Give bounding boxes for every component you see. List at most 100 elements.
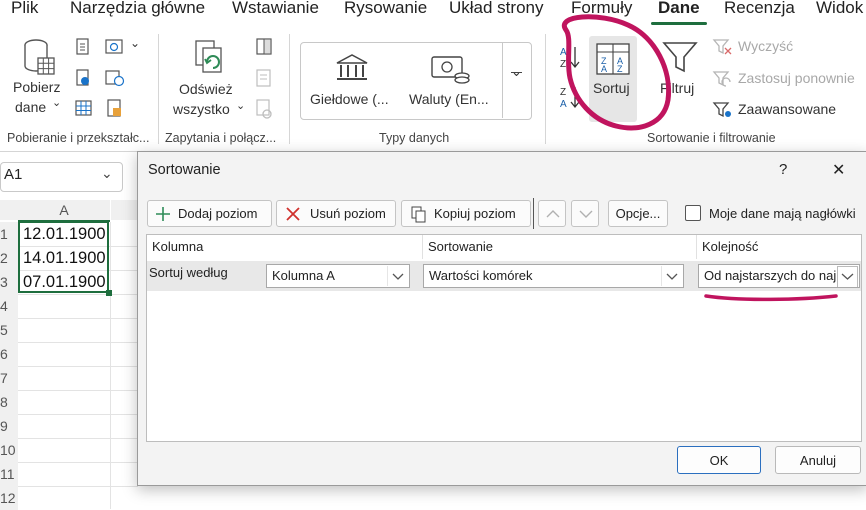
column-select[interactable]: Kolumna A bbox=[266, 264, 410, 288]
group-sort-filter-label: Sortowanie i filtrowanie bbox=[647, 131, 776, 145]
chevron-down-icon[interactable]: ⌄ bbox=[130, 36, 140, 50]
order-select[interactable]: Od najstarszych do naj bbox=[698, 264, 860, 288]
select-all-corner[interactable] bbox=[0, 200, 18, 220]
row-header[interactable]: 9 bbox=[0, 414, 18, 438]
selection-range bbox=[18, 221, 109, 293]
sort-descending-icon: Z A bbox=[560, 87, 580, 110]
menu-formulas[interactable]: Formuły bbox=[571, 0, 632, 18]
from-text-icon[interactable] bbox=[74, 37, 92, 57]
gridline bbox=[18, 414, 138, 415]
group-data-types-label: Typy danych bbox=[379, 131, 450, 145]
gridline bbox=[18, 486, 138, 487]
chevron-down-icon bbox=[666, 273, 678, 280]
menu-view[interactable]: Widok bbox=[816, 0, 863, 18]
headers-checkbox-label: Moje dane mają nagłówki bbox=[709, 206, 856, 221]
divider bbox=[289, 34, 290, 144]
gridline bbox=[18, 366, 138, 367]
get-data-button[interactable]: Pobierz dane ⌄ bbox=[8, 36, 68, 124]
properties-icon[interactable] bbox=[254, 68, 274, 88]
refresh-all-button[interactable]: Odśwież wszystko ⌄ bbox=[168, 36, 248, 124]
row-header[interactable]: 3 bbox=[0, 270, 18, 294]
menu-file[interactable]: Plik bbox=[11, 0, 38, 18]
refresh-label-1: Odśwież bbox=[179, 81, 233, 97]
sort-button[interactable]: Z A A Z Sortuj bbox=[589, 36, 637, 122]
menu-bar: Plik Narzędzia główne Wstawianie Rysowan… bbox=[0, 0, 866, 25]
svg-text:A: A bbox=[601, 64, 607, 74]
row-header[interactable]: 5 bbox=[0, 318, 18, 342]
queries-connections-icon[interactable] bbox=[254, 37, 274, 57]
menu-draw[interactable]: Rysowanie bbox=[344, 0, 427, 18]
edit-links-icon[interactable] bbox=[254, 98, 274, 120]
stocks-label: Giełdowe (... bbox=[310, 91, 389, 107]
column-header-b[interactable] bbox=[111, 200, 138, 220]
row-header[interactable]: 8 bbox=[0, 390, 18, 414]
ok-button[interactable]: OK bbox=[677, 446, 761, 474]
name-box-value: A1 bbox=[4, 166, 23, 183]
from-web-globe-icon[interactable] bbox=[74, 68, 92, 88]
sort-za-button[interactable]: Z A bbox=[558, 84, 584, 110]
menu-review[interactable]: Recenzja bbox=[724, 0, 795, 18]
copy-level-label: Kopiuj poziom bbox=[434, 206, 516, 221]
name-box[interactable]: A1 ⌄ bbox=[0, 162, 123, 192]
cancel-button[interactable]: Anuluj bbox=[775, 446, 861, 474]
fill-handle[interactable] bbox=[106, 290, 112, 296]
menu-page-layout[interactable]: Układ strony bbox=[449, 0, 543, 18]
database-icon bbox=[24, 39, 55, 75]
delete-level-label: Usuń poziom bbox=[310, 206, 386, 221]
advanced-filter-label: Zaawansowane bbox=[738, 101, 837, 117]
help-button[interactable]: ? bbox=[779, 161, 787, 178]
currency-icon bbox=[431, 56, 470, 84]
options-label: Opcje... bbox=[615, 206, 661, 221]
svg-text:A: A bbox=[560, 47, 567, 58]
row-header[interactable]: 12 bbox=[0, 486, 18, 510]
sort-on-header: Sortowanie bbox=[423, 235, 697, 259]
column-header: Kolumna bbox=[147, 235, 423, 259]
from-web-icon[interactable] bbox=[104, 37, 126, 57]
row-header[interactable]: 1 bbox=[0, 222, 18, 246]
sort-level-row[interactable]: Sortuj według Kolumna A Wartości komórek… bbox=[147, 261, 861, 291]
sort-on-select[interactable]: Wartości komórek bbox=[423, 264, 684, 288]
options-button[interactable]: Opcje... bbox=[608, 200, 668, 227]
menu-insert[interactable]: Wstawianie bbox=[232, 0, 319, 18]
add-level-button[interactable]: Dodaj poziom bbox=[147, 200, 272, 227]
row-header[interactable]: 10 bbox=[0, 438, 18, 462]
row-header[interactable]: 6 bbox=[0, 342, 18, 366]
dropdown-arrow bbox=[837, 266, 858, 287]
row-header[interactable]: 7 bbox=[0, 366, 18, 390]
currencies-button[interactable]: Waluty (En... bbox=[404, 46, 496, 114]
chevron-down-icon bbox=[579, 210, 593, 218]
row-header[interactable]: 4 bbox=[0, 294, 18, 318]
refresh-label-2: wszystko bbox=[173, 101, 230, 117]
menu-home[interactable]: Narzędzia główne bbox=[70, 0, 205, 18]
close-button[interactable]: ✕ bbox=[832, 160, 845, 180]
move-up-button[interactable] bbox=[538, 200, 566, 227]
group-get-transform-label: Pobieranie i przekształc... bbox=[7, 131, 150, 145]
gallery-more-button[interactable]: ⌄ bbox=[502, 42, 531, 118]
existing-connections-icon[interactable] bbox=[104, 98, 126, 118]
from-table-icon[interactable] bbox=[74, 98, 94, 118]
refresh-icon bbox=[195, 40, 222, 73]
clear-filter-icon bbox=[712, 39, 732, 55]
clear-filter-button[interactable]: Wyczyść bbox=[712, 38, 822, 58]
chevron-down-icon: ⌄ bbox=[236, 100, 246, 112]
sort-az-button[interactable]: A Z bbox=[558, 44, 584, 70]
reapply-button[interactable]: Zastosuj ponownie bbox=[712, 70, 866, 90]
copy-icon bbox=[411, 206, 426, 223]
row-header[interactable]: 2 bbox=[0, 246, 18, 270]
move-down-button[interactable] bbox=[571, 200, 599, 227]
filter-button[interactable]: Filtruj bbox=[657, 36, 703, 122]
headers-checkbox[interactable] bbox=[685, 205, 701, 221]
stocks-button[interactable]: Giełdowe (... bbox=[306, 46, 398, 114]
delete-level-button[interactable]: Usuń poziom bbox=[276, 200, 396, 227]
column-header-a[interactable]: A bbox=[18, 200, 110, 222]
menu-data[interactable]: Dane bbox=[658, 0, 700, 18]
copy-level-button[interactable]: Kopiuj poziom bbox=[401, 200, 531, 227]
sort-by-label: Sortuj według bbox=[149, 265, 228, 280]
row-header[interactable]: 11 bbox=[0, 462, 18, 486]
sort-label: Sortuj bbox=[593, 80, 630, 96]
gridline bbox=[18, 390, 138, 391]
advanced-filter-button[interactable]: Zaawansowane bbox=[712, 101, 842, 121]
recent-sources-icon[interactable] bbox=[104, 68, 126, 88]
sort-on-value: Wartości komórek bbox=[429, 268, 533, 283]
sort-ascending-icon: A Z bbox=[560, 47, 580, 70]
